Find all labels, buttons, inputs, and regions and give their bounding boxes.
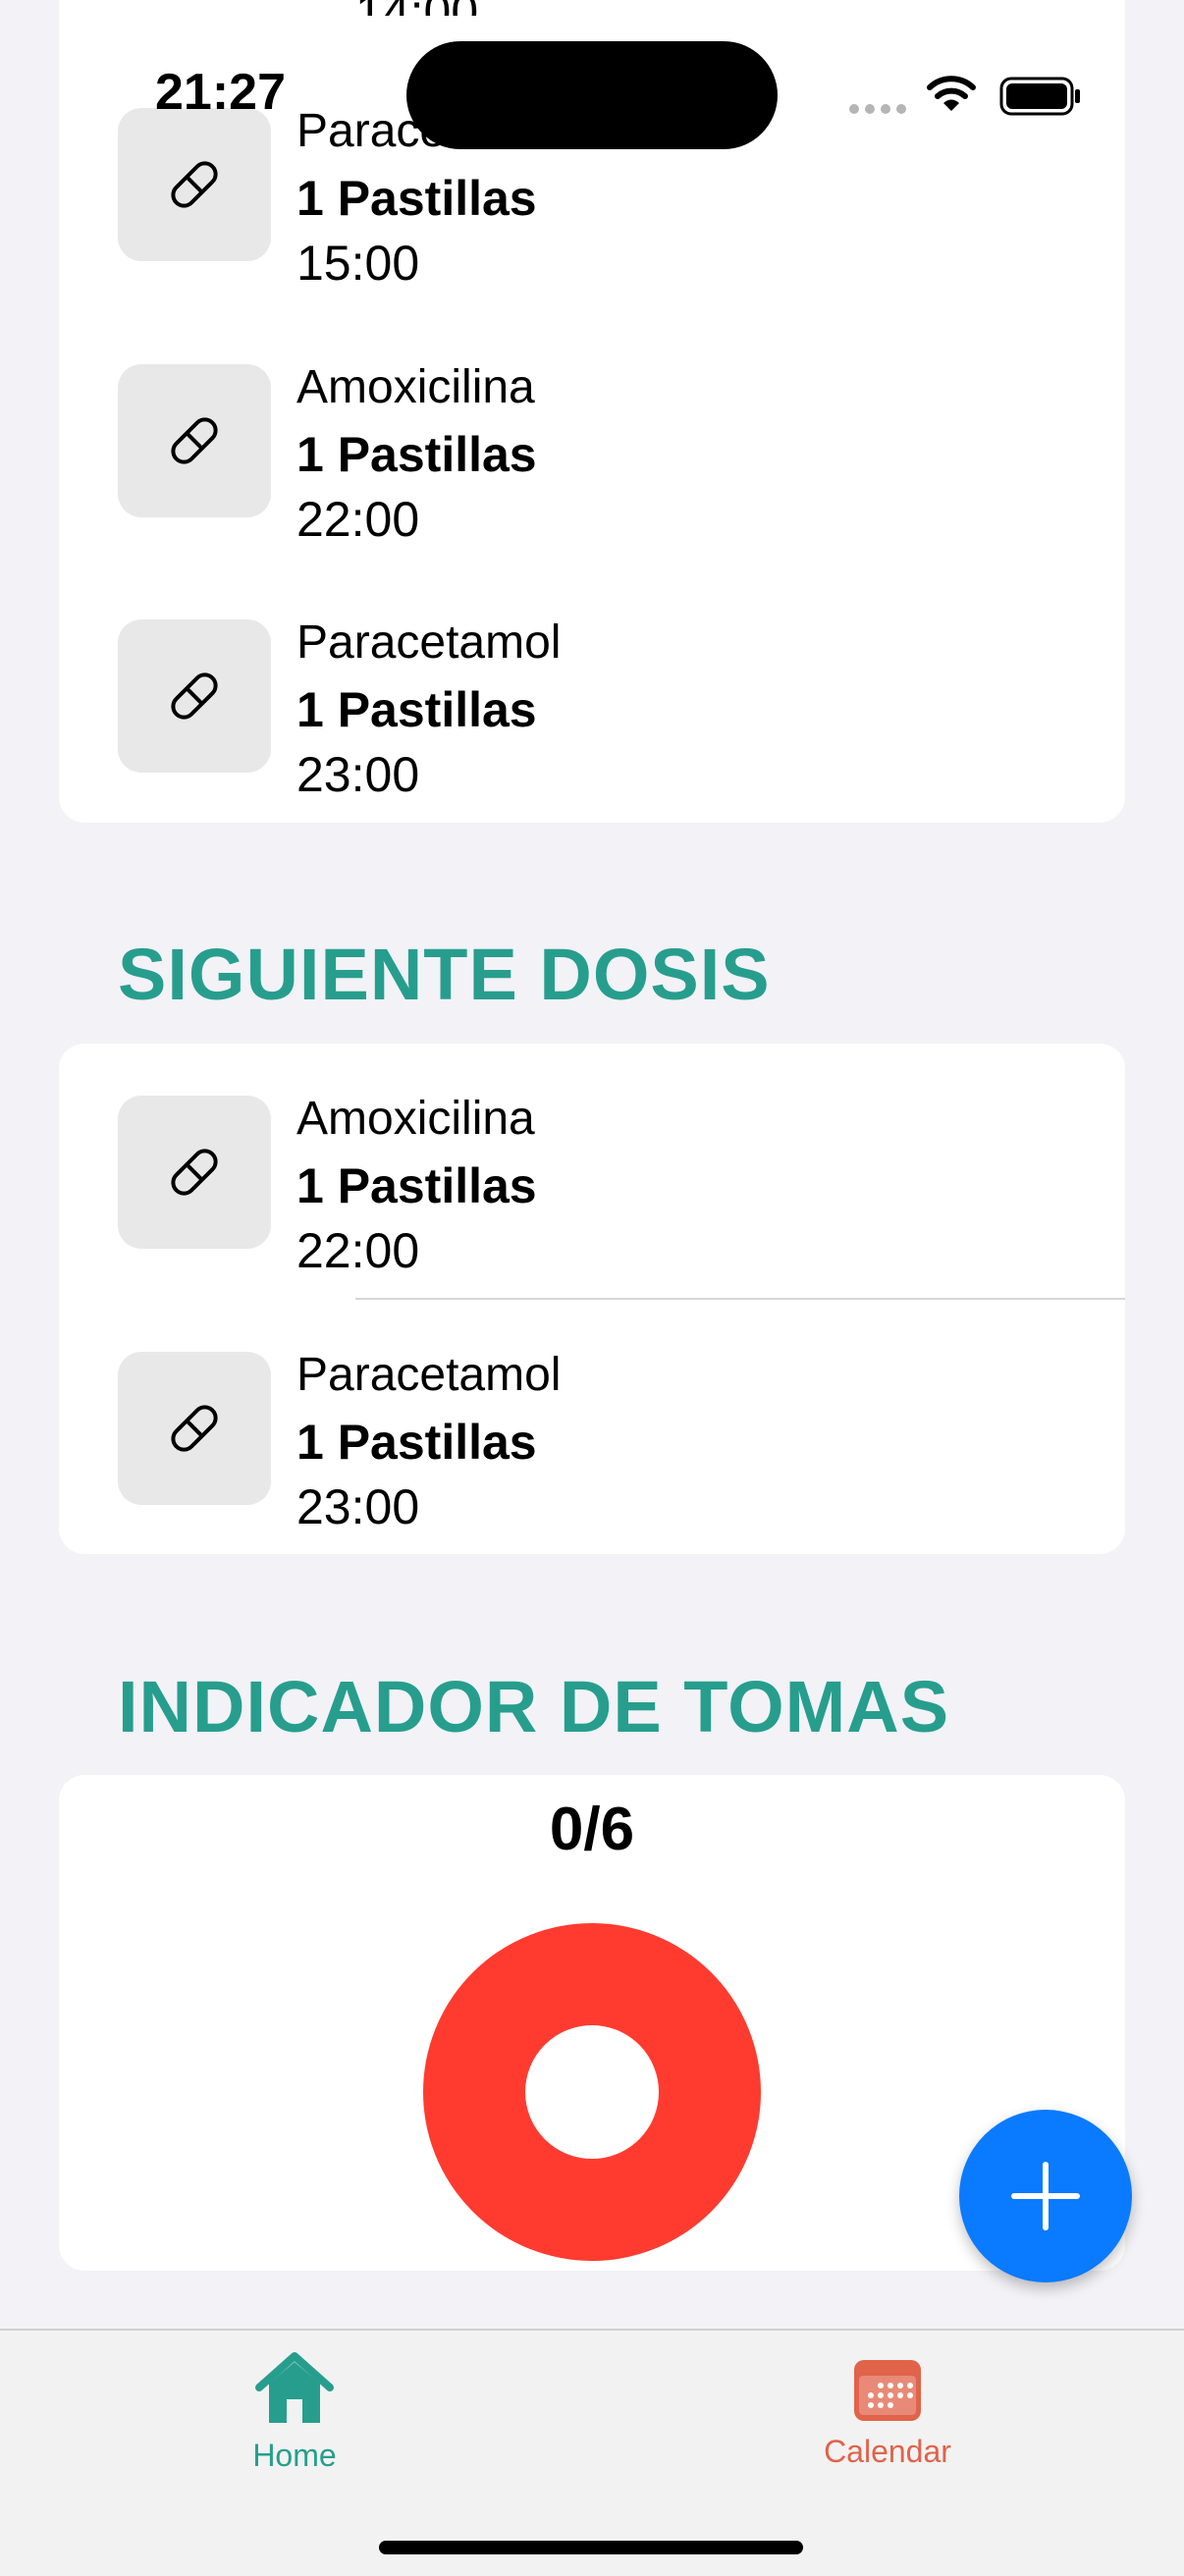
list-item[interactable]: Amoxicilina 1 Pastillas 22:00 xyxy=(59,1093,1125,1351)
list-item[interactable]: Paracetamol 1 Pastillas 23:00 xyxy=(59,617,1125,823)
list-item[interactable]: Paracetamol 1 Pastillas 23:00 xyxy=(59,1349,1125,1554)
row-divider xyxy=(355,1298,1125,1300)
section-title-next-dose: SIGUIENTE DOSIS xyxy=(118,934,771,1015)
medication-name: Paracetamol xyxy=(296,617,562,669)
medication-time: 22:00 xyxy=(296,1223,420,1278)
medication-time: 15:00 xyxy=(296,236,420,291)
tab-calendar[interactable]: Calendar xyxy=(770,2354,1005,2470)
list-item[interactable]: Amoxicilina 1 Pastillas 22:00 xyxy=(59,361,1125,619)
tab-bar: Home Calendar xyxy=(0,2329,1184,2576)
cellular-signal-icon xyxy=(848,102,907,114)
doses-count: 0/6 xyxy=(549,1796,635,1863)
medication-name: Amoxicilina xyxy=(296,1093,535,1145)
wifi-icon xyxy=(927,75,976,119)
medication-dose: 1 Pastillas xyxy=(296,682,537,737)
medication-dose: 1 Pastillas xyxy=(296,427,537,482)
section-title-indicator: INDICADOR DE TOMAS xyxy=(118,1666,950,1747)
pill-thumbnail xyxy=(118,364,271,517)
pill-thumbnail xyxy=(118,619,271,773)
medication-dose: 1 Pastillas xyxy=(296,1415,537,1470)
medication-dose: 1 Pastillas xyxy=(296,171,537,226)
pill-icon xyxy=(171,161,218,208)
pill-thumbnail xyxy=(118,1352,271,1505)
medication-name: Amoxicilina xyxy=(296,361,535,413)
house-icon xyxy=(255,2352,334,2423)
pill-icon xyxy=(171,1149,218,1196)
pill-icon xyxy=(171,417,218,464)
progress-ring xyxy=(423,1923,761,2261)
plus-icon xyxy=(1011,2162,1080,2230)
home-indicator xyxy=(379,2541,803,2554)
add-medication-button[interactable] xyxy=(959,2110,1132,2282)
pill-icon xyxy=(171,672,218,720)
tab-calendar-label: Calendar xyxy=(824,2434,951,2469)
medication-time: 23:00 xyxy=(296,1479,420,1534)
tab-home-label: Home xyxy=(252,2438,337,2473)
status-bar: 21:27 xyxy=(0,0,1184,149)
medication-name: Paracetamol xyxy=(296,1349,562,1401)
next-dose-card: Amoxicilina 1 Pastillas 22:00 Paracetamo… xyxy=(59,1044,1125,1554)
pill-thumbnail xyxy=(118,1096,271,1249)
dynamic-island xyxy=(406,41,778,149)
tab-home[interactable]: Home xyxy=(177,2350,412,2474)
status-time: 21:27 xyxy=(155,64,286,121)
medication-dose: 1 Pastillas xyxy=(296,1158,537,1213)
medication-time: 23:00 xyxy=(296,747,420,802)
progress-ring-track xyxy=(423,1923,761,2261)
battery-icon xyxy=(999,77,1082,121)
calendar-icon xyxy=(854,2360,921,2421)
pill-icon xyxy=(171,1405,218,1452)
medication-time: 22:00 xyxy=(296,492,420,547)
